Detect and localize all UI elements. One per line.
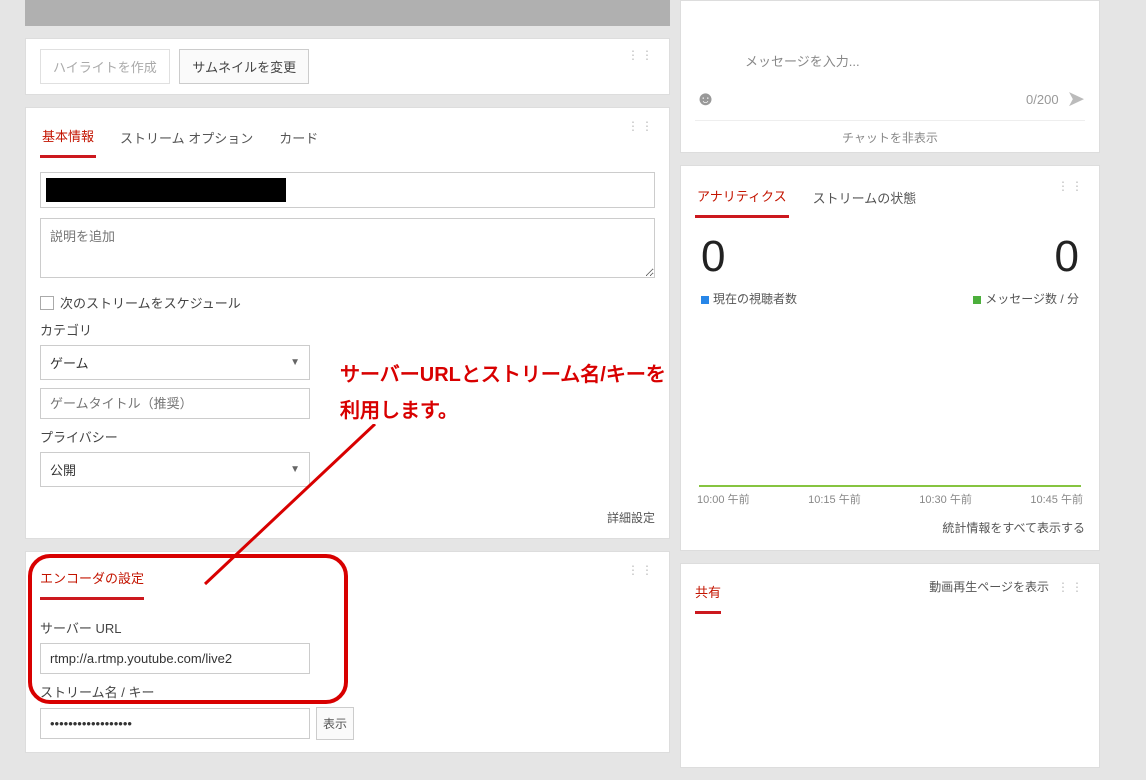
show-key-button[interactable]: 表示 (316, 707, 354, 740)
video-preview-placeholder (25, 0, 670, 26)
schedule-label: 次のストリームをスケジュール (60, 293, 241, 312)
messages-per-min-value: 0 (1055, 232, 1079, 282)
game-title-input[interactable] (40, 388, 310, 419)
privacy-label: プライバシー (40, 427, 655, 446)
show-all-stats-link[interactable]: 統計情報をすべて表示する (942, 521, 1085, 535)
schedule-checkbox-row[interactable]: 次のストリームをスケジュール (40, 293, 655, 312)
create-highlight-button[interactable]: ハイライトを作成 (40, 49, 170, 84)
chevron-down-icon: ▼ (290, 464, 300, 475)
title-input[interactable] (40, 172, 655, 208)
category-select[interactable]: ゲーム ▼ (40, 345, 310, 380)
stream-key-label: ストリーム名 / キー (40, 682, 655, 701)
server-url-input[interactable] (40, 643, 310, 674)
chat-messages-area (695, 5, 1085, 39)
x-tick: 10:45 午前 (1030, 491, 1083, 507)
annotation-text: サーバーURLとストリーム名/キーを 利用します。 (340, 357, 666, 429)
share-body-panel (680, 638, 1100, 768)
drag-handle-icon (1057, 180, 1085, 192)
x-tick: 10:00 午前 (697, 491, 750, 507)
square-blue-icon (701, 296, 709, 304)
change-thumbnail-button[interactable]: サムネイルを変更 (179, 49, 309, 84)
redacted-title-bar (46, 178, 286, 202)
toolbar-panel: ハイライトを作成 サムネイルを変更 (25, 38, 670, 95)
messages-legend: メッセージ数 / 分 (973, 290, 1079, 307)
x-tick: 10:30 午前 (919, 491, 972, 507)
square-green-icon (973, 296, 981, 304)
current-viewers-value: 0 (701, 232, 725, 282)
chat-panel: メッセージを入力... ☻ 0/200 ➤ チャットを非表示 (680, 0, 1100, 153)
server-url-label: サーバー URL (40, 618, 655, 637)
drag-handle-icon (627, 564, 655, 576)
drag-handle-icon (627, 49, 655, 61)
basic-info-panel: 基本情報 ストリーム オプション カード 次のストリームをスケジュール カテゴリ… (25, 107, 670, 539)
emoji-icon[interactable]: ☻ (695, 88, 716, 111)
video-page-link[interactable]: 動画再生ページを表示 (929, 578, 1049, 595)
tab-stream-status[interactable]: ストリームの状態 (811, 182, 919, 217)
tab-basic-info[interactable]: 基本情報 (40, 120, 96, 158)
tab-cards[interactable]: カード (277, 122, 320, 157)
analytics-panel: アナリティクス ストリームの状態 0 0 現在の視聴者数 メッセージ数 / 分 … (680, 165, 1100, 551)
tab-stream-options[interactable]: ストリーム オプション (118, 122, 255, 157)
advanced-settings-link[interactable]: 詳細設定 (607, 511, 655, 525)
share-panel: 共有 動画再生ページを表示 (680, 563, 1100, 639)
tab-analytics[interactable]: アナリティクス (695, 180, 789, 218)
viewers-legend: 現在の視聴者数 (701, 290, 797, 307)
checkbox-icon[interactable] (40, 296, 54, 310)
stream-key-input[interactable] (40, 708, 310, 739)
x-tick: 10:15 午前 (808, 491, 861, 507)
chevron-down-icon: ▼ (290, 357, 300, 368)
privacy-select[interactable]: 公開 ▼ (40, 452, 310, 487)
encoder-settings-panel: エンコーダの設定 サーバー URL ストリーム名 / キー 表示 (25, 551, 670, 753)
send-icon[interactable]: ➤ (1067, 86, 1085, 112)
encoder-title: エンコーダの設定 (40, 564, 144, 600)
description-textarea[interactable] (40, 218, 655, 278)
share-title: 共有 (695, 578, 721, 614)
chat-message-input[interactable]: メッセージを入力... (743, 45, 1085, 76)
char-counter: 0/200 (1026, 92, 1059, 107)
info-tabs: 基本情報 ストリーム オプション カード (40, 120, 320, 158)
drag-handle-icon (1057, 581, 1085, 593)
category-label: カテゴリ (40, 320, 655, 339)
privacy-value: 公開 (50, 460, 76, 479)
chart-x-axis: 10:00 午前 10:15 午前 10:30 午前 10:45 午前 (695, 487, 1085, 511)
category-value: ゲーム (50, 353, 89, 372)
hide-chat-link[interactable]: チャットを非表示 (695, 120, 1085, 146)
drag-handle-icon (627, 120, 655, 132)
analytics-chart (699, 317, 1081, 487)
